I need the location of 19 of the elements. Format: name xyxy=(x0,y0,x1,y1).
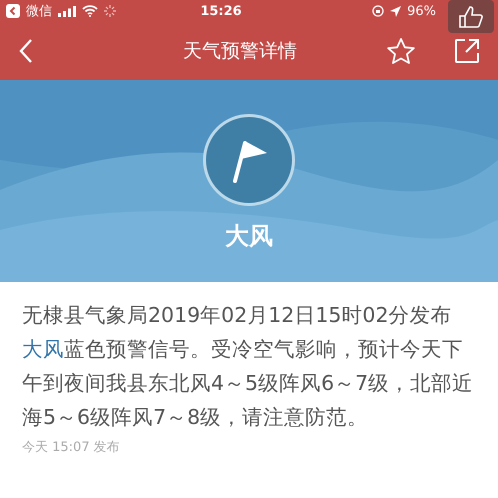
battery-percent: 96% xyxy=(407,4,436,18)
rotation-lock-icon xyxy=(372,5,384,17)
page-title: 天气预警详情 xyxy=(182,39,298,64)
status-time: 15:26 xyxy=(200,4,242,18)
thumbs-up-button[interactable] xyxy=(448,0,494,33)
back-app-icon[interactable] xyxy=(6,4,20,18)
share-icon xyxy=(454,38,480,64)
wifi-icon xyxy=(82,5,98,17)
thumbs-up-icon xyxy=(458,4,484,28)
publish-time: 今天 15:07 发布 xyxy=(22,439,121,456)
back-icon xyxy=(18,38,34,64)
star-icon xyxy=(386,37,416,65)
back-app-label[interactable]: 微信 xyxy=(26,2,52,20)
warning-link[interactable]: 大风 xyxy=(22,337,64,361)
warning-description: 无棣县气象局2019年02月12日15时02分发布 大风蓝色预警信号。受冷空气影响，预计今天下午到夜间我县东北风4～5级阵风6～7级，北部近海5～6级阵风7～8级，请注意防范。 xyxy=(22,302,474,431)
location-arrow-icon xyxy=(390,6,402,16)
signal-icon xyxy=(58,6,76,16)
loading-icon xyxy=(104,5,116,17)
warning-name: 大风 xyxy=(225,221,273,252)
